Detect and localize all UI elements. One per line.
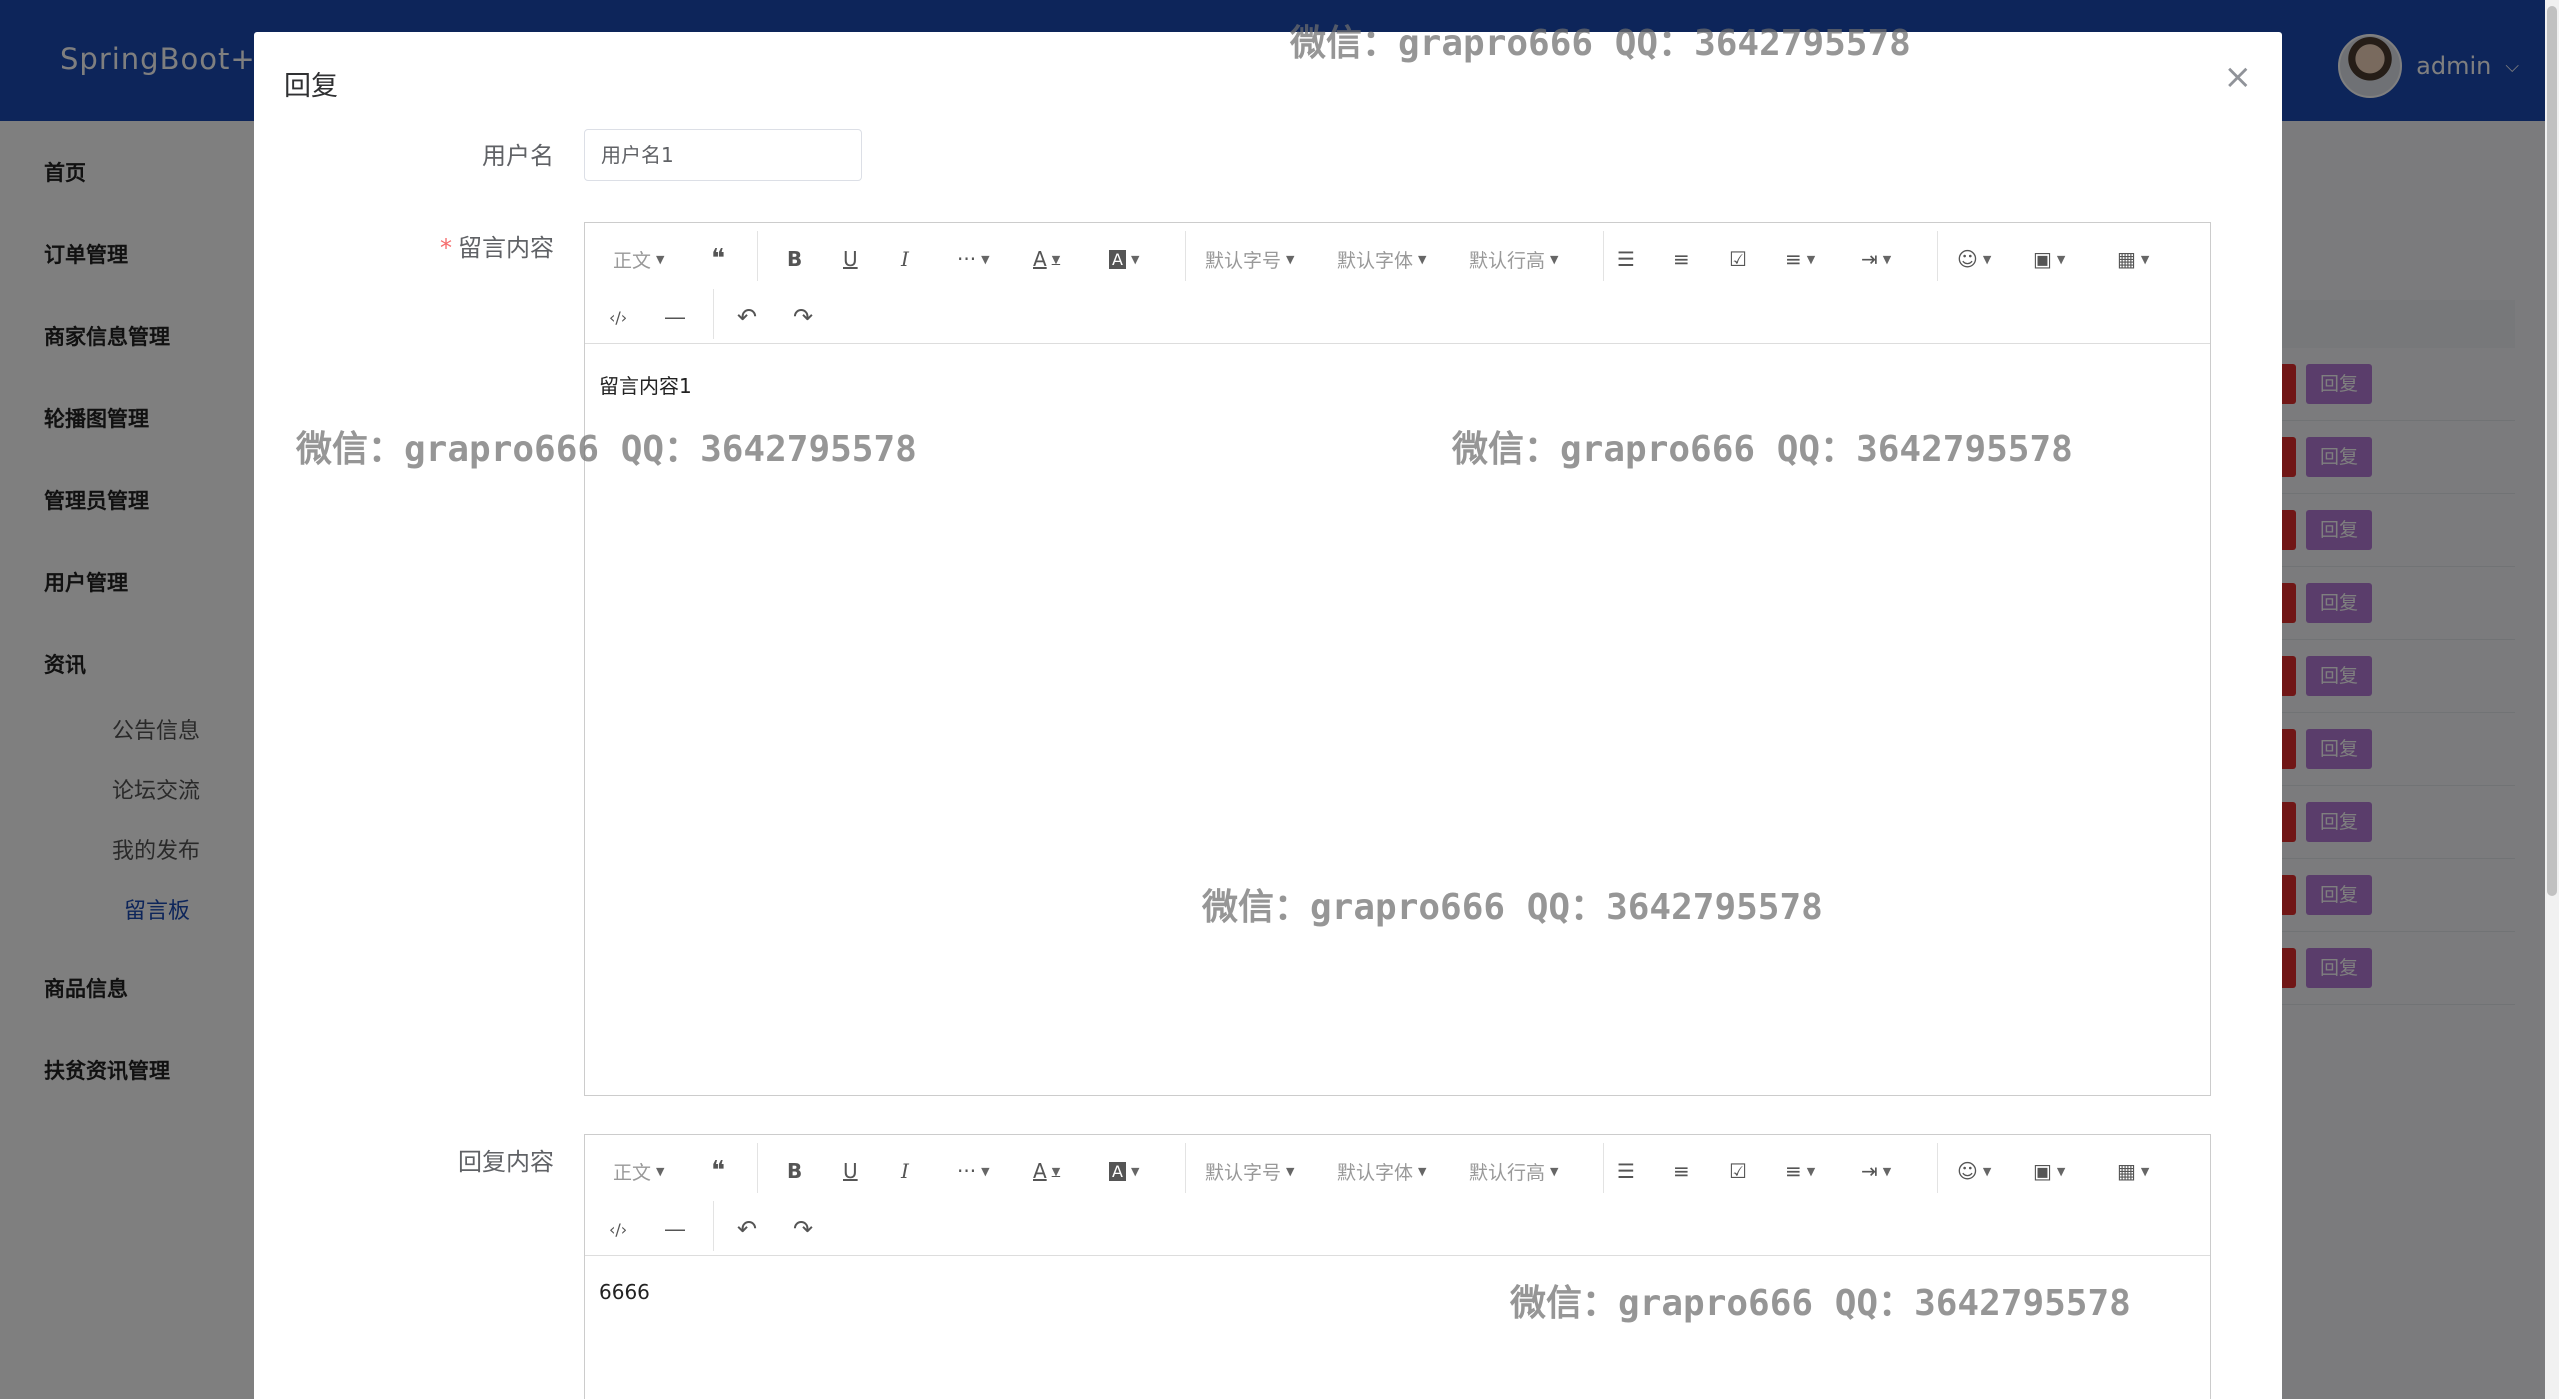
divider-icon[interactable]: ― [665,1209,685,1249]
line-height-dropdown[interactable]: 默认行高 ▼ [1469,1151,1558,1191]
line-height-dropdown[interactable]: 默认行高 ▼ [1469,239,1558,279]
font-size-dropdown[interactable]: 默认字号 ▼ [1205,1151,1294,1191]
font-family-dropdown[interactable]: 默认字体 ▼ [1337,239,1426,279]
undo-icon[interactable]: ↶ [737,1209,757,1249]
message-label: * 留言内容 [334,228,554,263]
required-mark: * [440,234,452,262]
italic-icon[interactable]: I [901,239,909,279]
indent-icon[interactable]: ⇥ ▼ [1861,239,1891,279]
quote-icon[interactable]: ❝ [711,1151,725,1191]
todo-icon[interactable]: ☑ [1729,1151,1747,1191]
align-icon[interactable]: ≡ ▼ [1785,1151,1815,1191]
editor-toolbar: 正文 ▼ ❝ B U I ··· ▼ A ▼ A ▼ 默认字号 ▼ 默认字体 ▼ 默认行高 ▼… [585,1135,2210,1256]
indent-icon[interactable]: ⇥ ▼ [1861,1151,1891,1191]
align-icon[interactable]: ≡ ▼ [1785,239,1815,279]
table-icon[interactable]: ▦ ▼ [2117,239,2149,279]
message-editor-content[interactable]: 留言内容1 [585,344,2210,425]
more-icon[interactable]: ··· ▼ [957,239,990,279]
redo-icon[interactable]: ↷ [793,297,813,337]
reply-dialog: 回复 × 用户名 用户名1 * 留言内容 正文 ▼ ❝ B U I ··· ▼ A ▼ … [254,32,2282,1399]
reply-label: 回复内容 [458,1148,554,1176]
message-editor[interactable]: 正文 ▼ ❝ B U I ··· ▼ A ▼ A ▼ 默认字号 ▼ 默认字体 ▼ 默认行高 ▼… [584,222,2211,1096]
bg-color-icon[interactable]: A ▼ [1109,1151,1139,1191]
undo-icon[interactable]: ↶ [737,297,757,337]
more-icon[interactable]: ··· ▼ [957,1151,990,1191]
table-icon[interactable]: ▦ ▼ [2117,1151,2149,1191]
code-icon[interactable]: ‹/› [609,297,627,337]
paragraph-dropdown[interactable]: 正文 ▼ [613,1151,664,1191]
paragraph-dropdown[interactable]: 正文 ▼ [613,239,664,279]
bullet-list-icon[interactable]: ☰ [1617,239,1635,279]
username-field[interactable]: 用户名1 [584,129,862,181]
dialog-title: 回复 [284,71,338,102]
font-color-icon[interactable]: A ▼ [1033,1151,1060,1191]
code-icon[interactable]: ‹/› [609,1209,627,1249]
divider-icon[interactable]: ― [665,297,685,337]
username-label: 用户名 [482,142,554,170]
italic-icon[interactable]: I [901,1151,909,1191]
emoji-icon[interactable]: ☺ ▼ [1957,239,1991,279]
underline-icon[interactable]: U [843,239,858,279]
redo-icon[interactable]: ↷ [793,1209,813,1249]
bold-icon[interactable]: B [787,239,802,279]
bg-color-icon[interactable]: A ▼ [1109,239,1139,279]
page-scrollbar[interactable] [2545,0,2559,1399]
reply-editor[interactable]: 正文 ▼ ❝ B U I ··· ▼ A ▼ A ▼ 默认字号 ▼ 默认字体 ▼ 默认行高 ▼… [584,1134,2211,1399]
ordered-list-icon[interactable]: ≡ [1673,239,1690,279]
reply-editor-content[interactable]: 6666 [585,1256,2210,1330]
scrollbar-thumb[interactable] [2547,6,2557,896]
underline-icon[interactable]: U [843,1151,858,1191]
font-color-icon[interactable]: A ▼ [1033,239,1060,279]
ordered-list-icon[interactable]: ≡ [1673,1151,1690,1191]
todo-icon[interactable]: ☑ [1729,239,1747,279]
image-icon[interactable]: ▣ ▼ [2033,1151,2065,1191]
quote-icon[interactable]: ❝ [711,239,725,279]
font-family-dropdown[interactable]: 默认字体 ▼ [1337,1151,1426,1191]
bold-icon[interactable]: B [787,1151,802,1191]
font-size-dropdown[interactable]: 默认字号 ▼ [1205,239,1294,279]
message-label-text: 留言内容 [458,234,554,262]
emoji-icon[interactable]: ☺ ▼ [1957,1151,1991,1191]
close-icon[interactable]: × [2224,60,2253,94]
image-icon[interactable]: ▣ ▼ [2033,239,2065,279]
editor-toolbar: 正文 ▼ ❝ B U I ··· ▼ A ▼ A ▼ 默认字号 ▼ 默认字体 ▼ 默认行高 ▼… [585,223,2210,344]
bullet-list-icon[interactable]: ☰ [1617,1151,1635,1191]
